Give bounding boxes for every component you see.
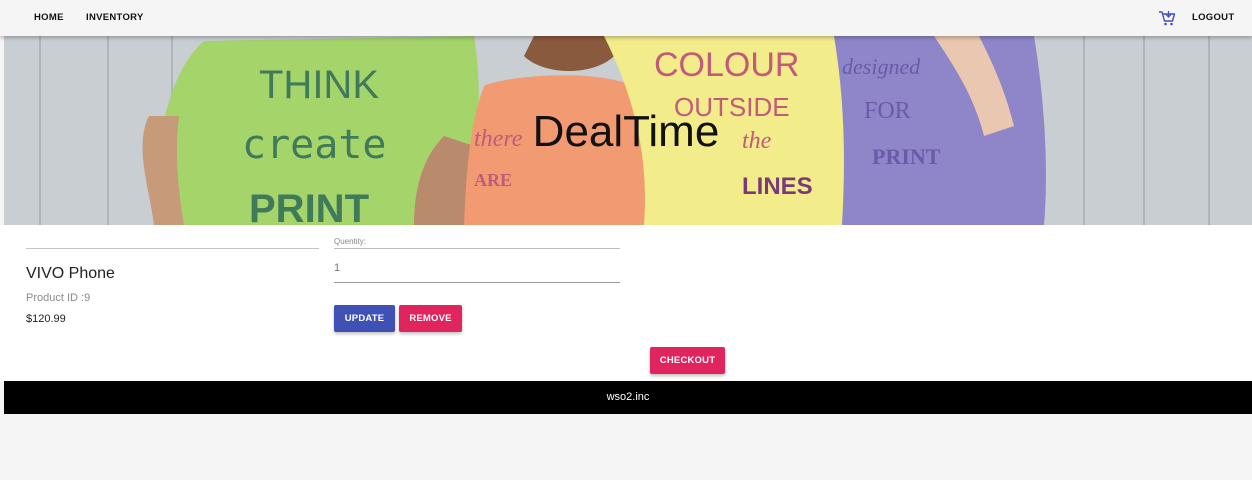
footer: wso2.inc bbox=[4, 381, 1252, 414]
shirt-text-print: PRINT bbox=[249, 187, 369, 225]
cart-section: VIVO Phone Product ID :9 $120.99 Quentit… bbox=[0, 225, 1252, 382]
shirt-text-designed: designed bbox=[842, 54, 921, 79]
product-name: VIVO Phone bbox=[26, 265, 115, 282]
checkout-button[interactable]: CHECKOUT bbox=[650, 347, 725, 374]
shirt-text-think: THINK bbox=[259, 63, 379, 107]
divider bbox=[26, 248, 319, 249]
quantity-label: Quentity: bbox=[334, 237, 367, 246]
nav-home-link[interactable]: HOME bbox=[34, 12, 64, 23]
shirt-text-are: ARE bbox=[474, 170, 512, 190]
update-button[interactable]: UPDATE bbox=[334, 305, 395, 332]
product-id: Product ID :9 bbox=[26, 292, 91, 304]
divider bbox=[334, 248, 620, 249]
shirt-text-lines: LINES bbox=[742, 173, 813, 200]
cart-icon[interactable] bbox=[1158, 9, 1176, 27]
shirt-text-colour: COLOUR bbox=[654, 46, 799, 84]
top-nav: HOME INVENTORY LOGOUT bbox=[0, 0, 1252, 36]
product-price: $120.99 bbox=[26, 313, 66, 325]
remove-button[interactable]: REMOVE bbox=[399, 305, 462, 332]
quantity-input[interactable] bbox=[334, 253, 620, 283]
nav-logout-link[interactable]: LOGOUT bbox=[1192, 12, 1234, 23]
nav-inventory-link[interactable]: INVENTORY bbox=[86, 12, 144, 23]
hero-title: DealTime bbox=[532, 107, 720, 156]
